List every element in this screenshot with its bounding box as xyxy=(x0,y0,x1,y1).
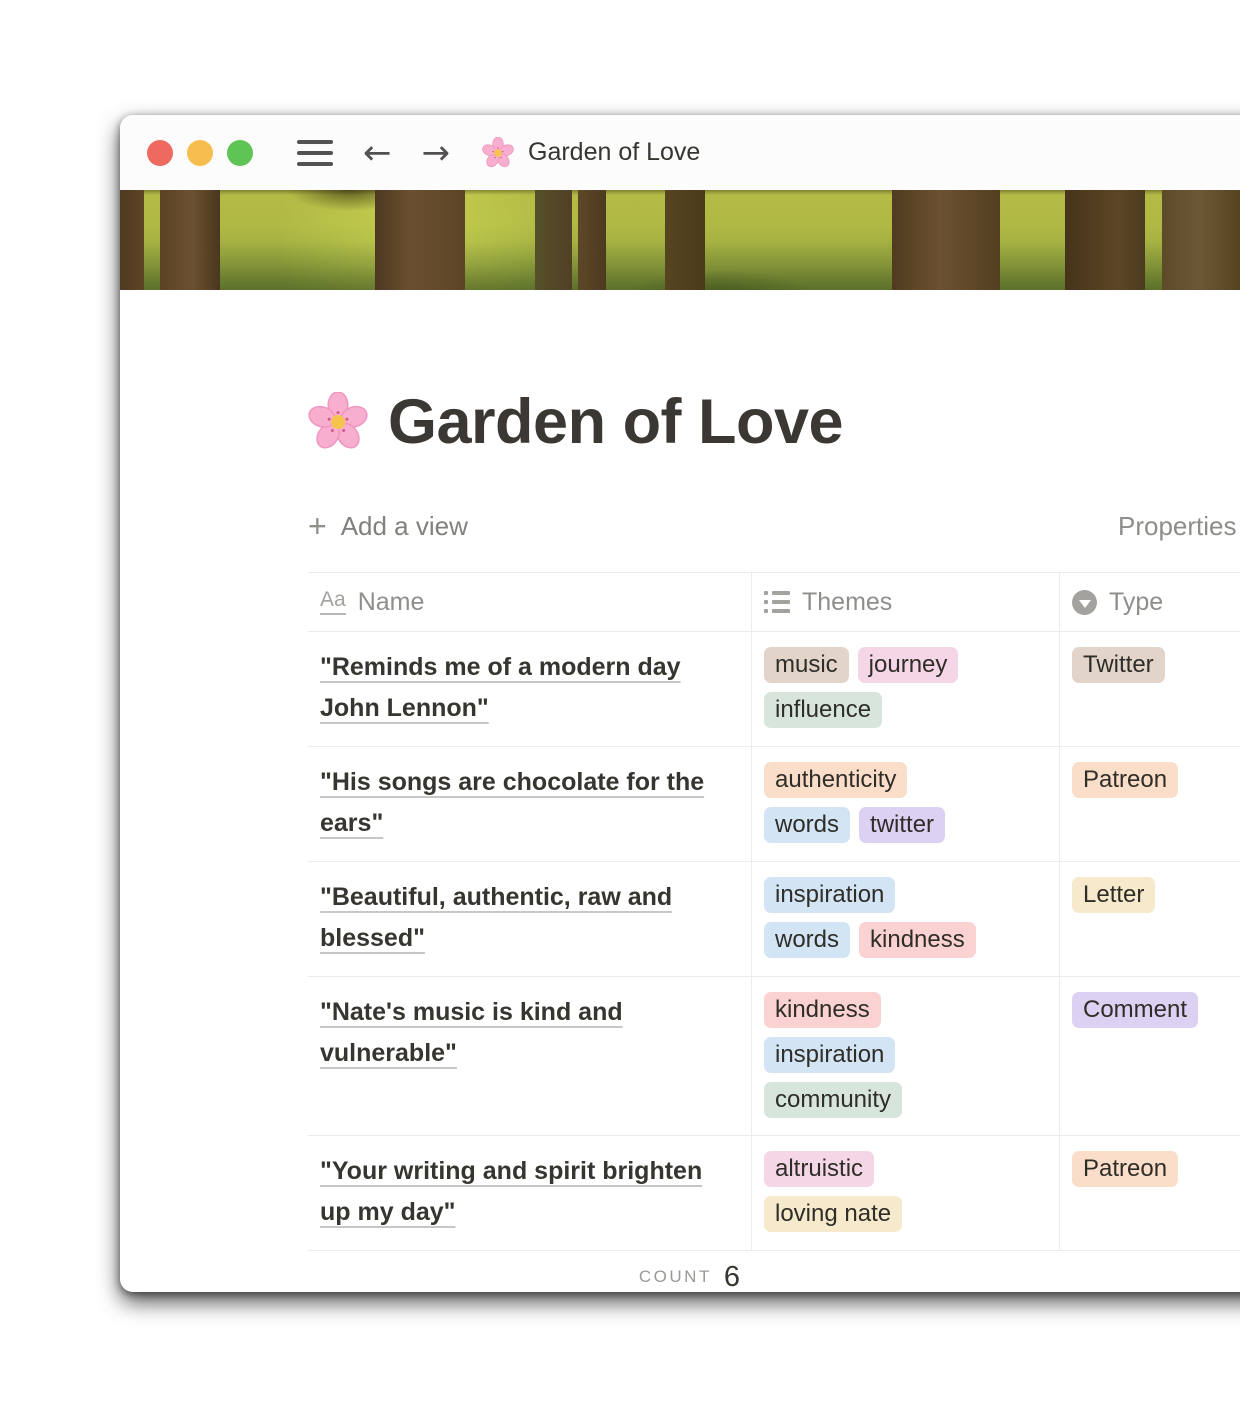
zoom-button[interactable] xyxy=(227,140,253,166)
back-arrow-icon[interactable]: ← xyxy=(363,136,392,170)
page-link: "Your writing and spirit brighten up my … xyxy=(320,1157,702,1226)
tag-inspiration: inspiration xyxy=(764,1037,895,1073)
tag-kindness: kindness xyxy=(859,922,976,958)
count-aggregate[interactable]: COUNT 6 xyxy=(308,1251,752,1292)
column-header-themes[interactable]: Themes xyxy=(752,573,1060,631)
page-link: "Nate's music is kind and vulnerable" xyxy=(320,998,623,1067)
plus-icon: + xyxy=(308,510,327,542)
tag-Twitter: Twitter xyxy=(1072,647,1165,683)
page-link: "Reminds me of a modern day John Lennon" xyxy=(320,653,681,722)
type-cell[interactable]: Twitter xyxy=(1060,632,1240,746)
page-title[interactable]: Garden of Love xyxy=(388,386,843,458)
tag-line: musicjourney xyxy=(764,647,1047,683)
tag-line: inspiration xyxy=(764,877,1047,913)
table-row: "Beautiful, authentic, raw and blessed" i… xyxy=(308,862,1240,977)
select-property-icon xyxy=(1072,590,1097,615)
table-row: "Nate's music is kind and vulnerable" kin… xyxy=(308,977,1240,1136)
table-header-row: Aa Name Themes Type xyxy=(308,572,1240,632)
close-button[interactable] xyxy=(147,140,173,166)
table-footer: COUNT 6 xyxy=(308,1251,1240,1292)
tag-line: inspiration xyxy=(764,1037,1047,1073)
tag-Patreon: Patreon xyxy=(1072,762,1178,798)
tag-loving-nate: loving nate xyxy=(764,1196,902,1232)
cherry-blossom-icon xyxy=(482,137,514,169)
name-cell[interactable]: "Nate's music is kind and vulnerable" xyxy=(308,977,752,1135)
properties-button[interactable]: Properties xyxy=(1118,511,1237,542)
page-link: "Beautiful, authentic, raw and blessed" xyxy=(320,883,672,952)
tag-line: wordskindness xyxy=(764,922,1047,958)
tag-words: words xyxy=(764,922,850,958)
name-cell[interactable]: "His songs are chocolate for the ears" xyxy=(308,747,752,861)
column-header-type[interactable]: Type xyxy=(1060,573,1240,631)
notion-window: ← → Garden of Love Garden of Love + Add … xyxy=(120,115,1240,1292)
tag-line: kindness xyxy=(764,992,1047,1028)
tag-influence: influence xyxy=(764,692,882,728)
type-cell[interactable]: Patreon xyxy=(1060,747,1240,861)
tag-line: loving nate xyxy=(764,1196,1047,1232)
window-titlebar: ← → Garden of Love xyxy=(120,115,1240,190)
tag-community: community xyxy=(764,1082,902,1118)
tag-music: music xyxy=(764,647,849,683)
hamburger-menu-icon[interactable] xyxy=(297,140,333,166)
add-view-button[interactable]: + Add a view xyxy=(308,510,468,542)
table-body: "Reminds me of a modern day John Lennon"… xyxy=(308,632,1240,1251)
tag-line: influence xyxy=(764,692,1047,728)
page-emoji-cherry-blossom-icon[interactable] xyxy=(308,392,368,452)
page-cover-image xyxy=(120,190,1240,290)
multiselect-property-icon xyxy=(764,591,790,613)
tag-Comment: Comment xyxy=(1072,992,1198,1028)
tag-kindness: kindness xyxy=(764,992,881,1028)
database-table: Aa Name Themes Type "Reminds me of a mod… xyxy=(308,572,1240,1292)
themes-cell[interactable]: altruistic loving nate xyxy=(752,1136,1060,1250)
themes-cell[interactable]: authenticity wordstwitter xyxy=(752,747,1060,861)
type-cell[interactable]: Patreon xyxy=(1060,1136,1240,1250)
table-row: "Reminds me of a modern day John Lennon"… xyxy=(308,632,1240,747)
tag-Letter: Letter xyxy=(1072,877,1155,913)
tag-journey: journey xyxy=(858,647,959,683)
table-row: "His songs are chocolate for the ears" au… xyxy=(308,747,1240,862)
tag-line: altruistic xyxy=(764,1151,1047,1187)
forward-arrow-icon[interactable]: → xyxy=(422,136,451,170)
title-property-icon: Aa xyxy=(320,589,346,614)
type-cell[interactable]: Letter xyxy=(1060,862,1240,976)
view-toolbar: + Add a view Properties xyxy=(308,504,1240,548)
table-row: "Your writing and spirit brighten up my … xyxy=(308,1136,1240,1251)
tag-line: community xyxy=(764,1082,1047,1118)
type-cell[interactable]: Comment xyxy=(1060,977,1240,1135)
tag-inspiration: inspiration xyxy=(764,877,895,913)
themes-cell[interactable]: inspiration wordskindness xyxy=(752,862,1060,976)
tag-line: authenticity xyxy=(764,762,1047,798)
name-cell[interactable]: "Beautiful, authentic, raw and blessed" xyxy=(308,862,752,976)
page-link: "His songs are chocolate for the ears" xyxy=(320,768,704,837)
column-header-name[interactable]: Aa Name xyxy=(308,573,752,631)
name-cell[interactable]: "Reminds me of a modern day John Lennon" xyxy=(308,632,752,746)
tag-twitter: twitter xyxy=(859,807,945,843)
page-header: Garden of Love xyxy=(308,386,1240,458)
themes-cell[interactable]: musicjourney influence xyxy=(752,632,1060,746)
tag-words: words xyxy=(764,807,850,843)
tag-Patreon: Patreon xyxy=(1072,1151,1178,1187)
minimize-button[interactable] xyxy=(187,140,213,166)
themes-cell[interactable]: kindness inspiration community xyxy=(752,977,1060,1135)
tag-line: wordstwitter xyxy=(764,807,1047,843)
titlebar-page-title: Garden of Love xyxy=(528,138,700,167)
tag-altruistic: altruistic xyxy=(764,1151,874,1187)
name-cell[interactable]: "Your writing and spirit brighten up my … xyxy=(308,1136,752,1250)
tag-authenticity: authenticity xyxy=(764,762,907,798)
